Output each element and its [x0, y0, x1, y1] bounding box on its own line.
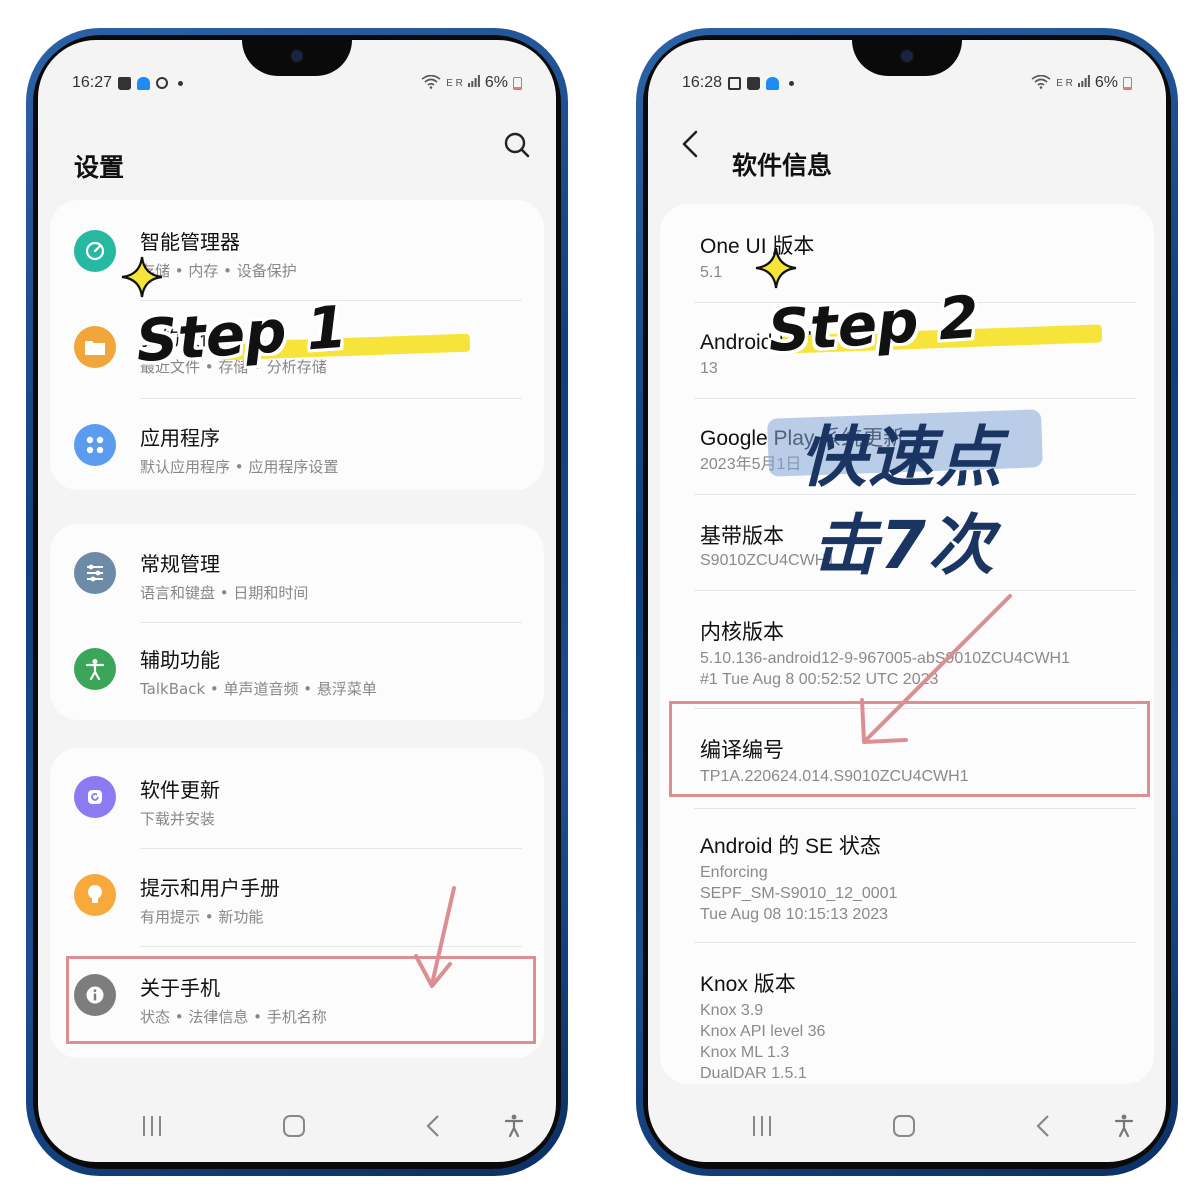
back-button[interactable]	[676, 126, 706, 162]
info-title: Android 的 SE 状态	[700, 835, 881, 858]
folder-icon	[74, 326, 116, 368]
back-icon	[1036, 1115, 1049, 1137]
more-dot-icon	[789, 80, 795, 86]
network-type: E R	[446, 77, 463, 89]
search-button[interactable]	[500, 128, 536, 164]
item-subtitle: TalkBack • 单声道音频 • 悬浮菜单	[140, 680, 377, 698]
wifi-icon	[421, 74, 441, 92]
accessibility-icon	[74, 648, 116, 690]
info-title: 内核版本	[700, 621, 784, 644]
item-subtitle: 默认应用程序 • 应用程序设置	[140, 458, 339, 476]
back-nav-button[interactable]	[1026, 1110, 1062, 1142]
info-value: Tue Aug 08 10:15:13 2023	[700, 906, 889, 923]
camera-notch	[242, 40, 352, 76]
camera-notch	[852, 40, 962, 76]
tap-7-times-line-1: 快速点	[800, 419, 1004, 496]
accessibility-button[interactable]	[1106, 1110, 1142, 1142]
info-value: DualDAR 1.5.1	[700, 1065, 807, 1082]
wifi-icon	[1031, 74, 1051, 92]
item-title: 智能管理器	[140, 230, 240, 254]
home-icon	[893, 1115, 915, 1137]
bag-icon	[118, 76, 132, 90]
navigation-bar	[38, 1092, 556, 1162]
info-title: 基带版本	[700, 525, 784, 548]
bag-icon	[747, 76, 761, 90]
item-title: 应用程序	[140, 426, 220, 450]
recents-icon	[753, 1116, 771, 1136]
gallery-icon	[728, 76, 742, 90]
notification-bell-icon	[766, 76, 780, 90]
battery-level: 6%	[1094, 74, 1118, 91]
signal-icon	[1077, 74, 1090, 92]
info-value: 13	[700, 360, 718, 377]
apps-icon	[74, 424, 116, 466]
home-button[interactable]	[886, 1110, 922, 1142]
status-bar: 16:27 E R 6%	[72, 74, 522, 96]
recents-button[interactable]	[134, 1110, 170, 1142]
info-value: 5.1	[700, 264, 723, 281]
battery-icon	[1123, 76, 1132, 90]
back-nav-button[interactable]	[416, 1110, 452, 1142]
status-time: 16:28	[682, 74, 723, 91]
item-title: 提示和用户手册	[140, 876, 280, 900]
accessibility-icon	[504, 1114, 524, 1138]
back-chevron-icon	[682, 130, 698, 158]
tap-7-times-line-2: 击7次	[812, 507, 996, 584]
network-type: E R	[1056, 77, 1073, 89]
settings-item-accessibility[interactable]: 辅助功能 TalkBack • 单声道音频 • 悬浮菜单	[50, 622, 544, 720]
status-time: 16:27	[72, 74, 113, 91]
info-value: Knox ML 1.3	[700, 1044, 790, 1061]
accessibility-icon	[1114, 1114, 1134, 1138]
settings-item-apps[interactable]: 应用程序 默认应用程序 • 应用程序设置	[50, 398, 544, 490]
settings-item-general-management[interactable]: 常规管理 语言和键盘 • 日期和时间	[50, 524, 544, 622]
info-value: Knox API level 36	[700, 1023, 826, 1040]
gear-icon	[156, 77, 169, 89]
home-icon	[283, 1115, 305, 1137]
item-subtitle: 语言和键盘 • 日期和时间	[140, 584, 309, 602]
settings-group-2: 常规管理 语言和键盘 • 日期和时间 辅助功能 TalkBack • 单声道音频…	[50, 524, 544, 720]
item-title: 软件更新	[140, 778, 220, 802]
info-title: Knox 版本	[700, 973, 796, 996]
settings-item-software-update[interactable]: 软件更新 下载并安装	[50, 748, 544, 848]
item-subtitle: 下载并安装	[140, 810, 216, 828]
navigation-bar	[648, 1092, 1166, 1162]
item-title: 常规管理	[140, 552, 220, 576]
sliders-icon	[74, 552, 116, 594]
info-value: Enforcing	[700, 864, 768, 881]
sparkle-icon	[755, 247, 797, 289]
info-value: SEPF_SM-S9010_12_0001	[700, 885, 898, 902]
software-update-icon	[74, 776, 116, 818]
signal-icon	[467, 74, 480, 92]
more-dot-icon	[178, 80, 184, 86]
info-value: Knox 3.9	[700, 1002, 764, 1019]
settings-item-tips[interactable]: 提示和用户手册 有用提示 • 新功能	[50, 848, 544, 946]
arrow-down-icon	[414, 886, 456, 988]
back-icon	[426, 1115, 439, 1137]
recents-icon	[143, 1116, 161, 1136]
accessibility-button[interactable]	[496, 1110, 532, 1142]
status-bar: 16:28 E R 6%	[682, 74, 1132, 96]
battery-level: 6%	[484, 74, 508, 91]
build-number-highlight	[669, 701, 1150, 797]
page-title: 设置	[74, 153, 125, 182]
recents-button[interactable]	[744, 1110, 780, 1142]
sparkle-icon	[121, 256, 163, 298]
device-care-icon	[74, 230, 116, 272]
search-icon	[504, 132, 530, 158]
item-title: 辅助功能	[140, 648, 220, 672]
notification-bell-icon	[137, 76, 151, 90]
lightbulb-icon	[74, 874, 116, 916]
home-button[interactable]	[276, 1110, 312, 1142]
page-title: 软件信息	[732, 151, 833, 180]
battery-icon	[513, 76, 522, 90]
item-subtitle: 有用提示 • 新功能	[140, 908, 264, 926]
